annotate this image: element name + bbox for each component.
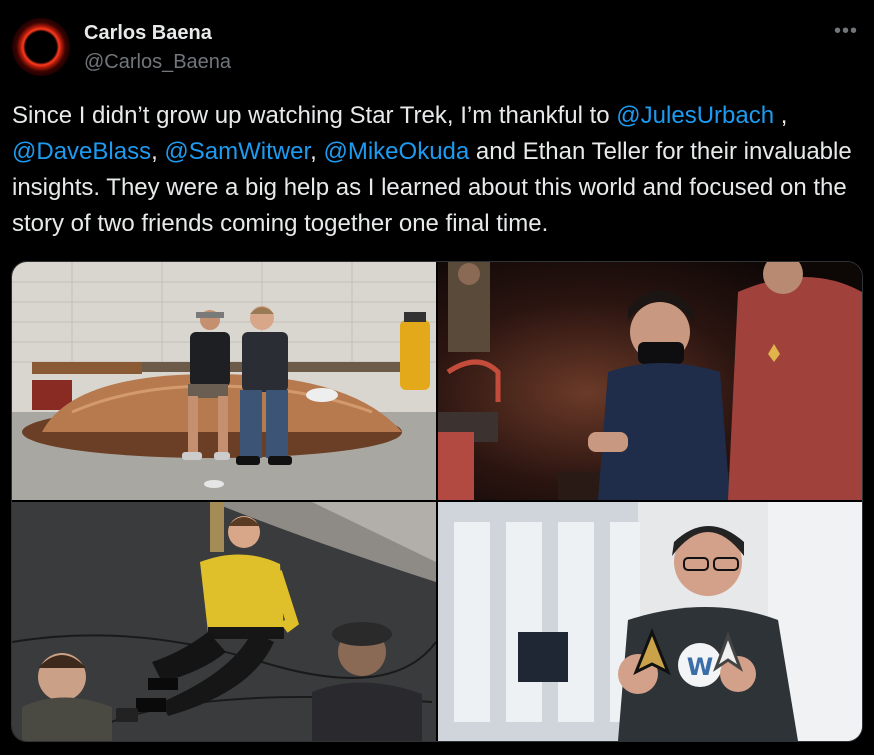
mention-link[interactable]: @MikeOkuda — [323, 138, 469, 165]
mention-link[interactable]: @SamWitwer — [164, 138, 310, 165]
photo-on-set-director[interactable] — [438, 262, 862, 500]
mention-link[interactable]: @DaveBlass — [12, 138, 151, 165]
tweet-text-segment: , — [310, 138, 324, 165]
author-name[interactable]: Carlos Baena — [84, 22, 231, 44]
tweet-text-segment: , — [774, 102, 788, 129]
tweet-text: Since I didn’t grow up watching Star Tre… — [12, 98, 862, 242]
photo-workshop[interactable] — [12, 262, 436, 500]
photo-rehearsal-floor[interactable] — [12, 502, 436, 741]
avatar[interactable] — [12, 18, 70, 76]
photo-badges[interactable]: W — [438, 502, 862, 741]
mention-link[interactable]: @JulesUrbach — [616, 102, 774, 129]
svg-text:W: W — [687, 653, 713, 681]
tweet-text-segment: Since I didn’t grow up watching Star Tre… — [12, 102, 617, 129]
author-handle[interactable]: @Carlos_Baena — [84, 51, 231, 73]
author-block: Carlos Baena @Carlos_Baena — [84, 22, 231, 73]
more-horizontal-icon[interactable]: ••• — [834, 20, 858, 43]
tweet-text-segment: , — [151, 138, 165, 165]
media-grid: W — [11, 261, 863, 742]
